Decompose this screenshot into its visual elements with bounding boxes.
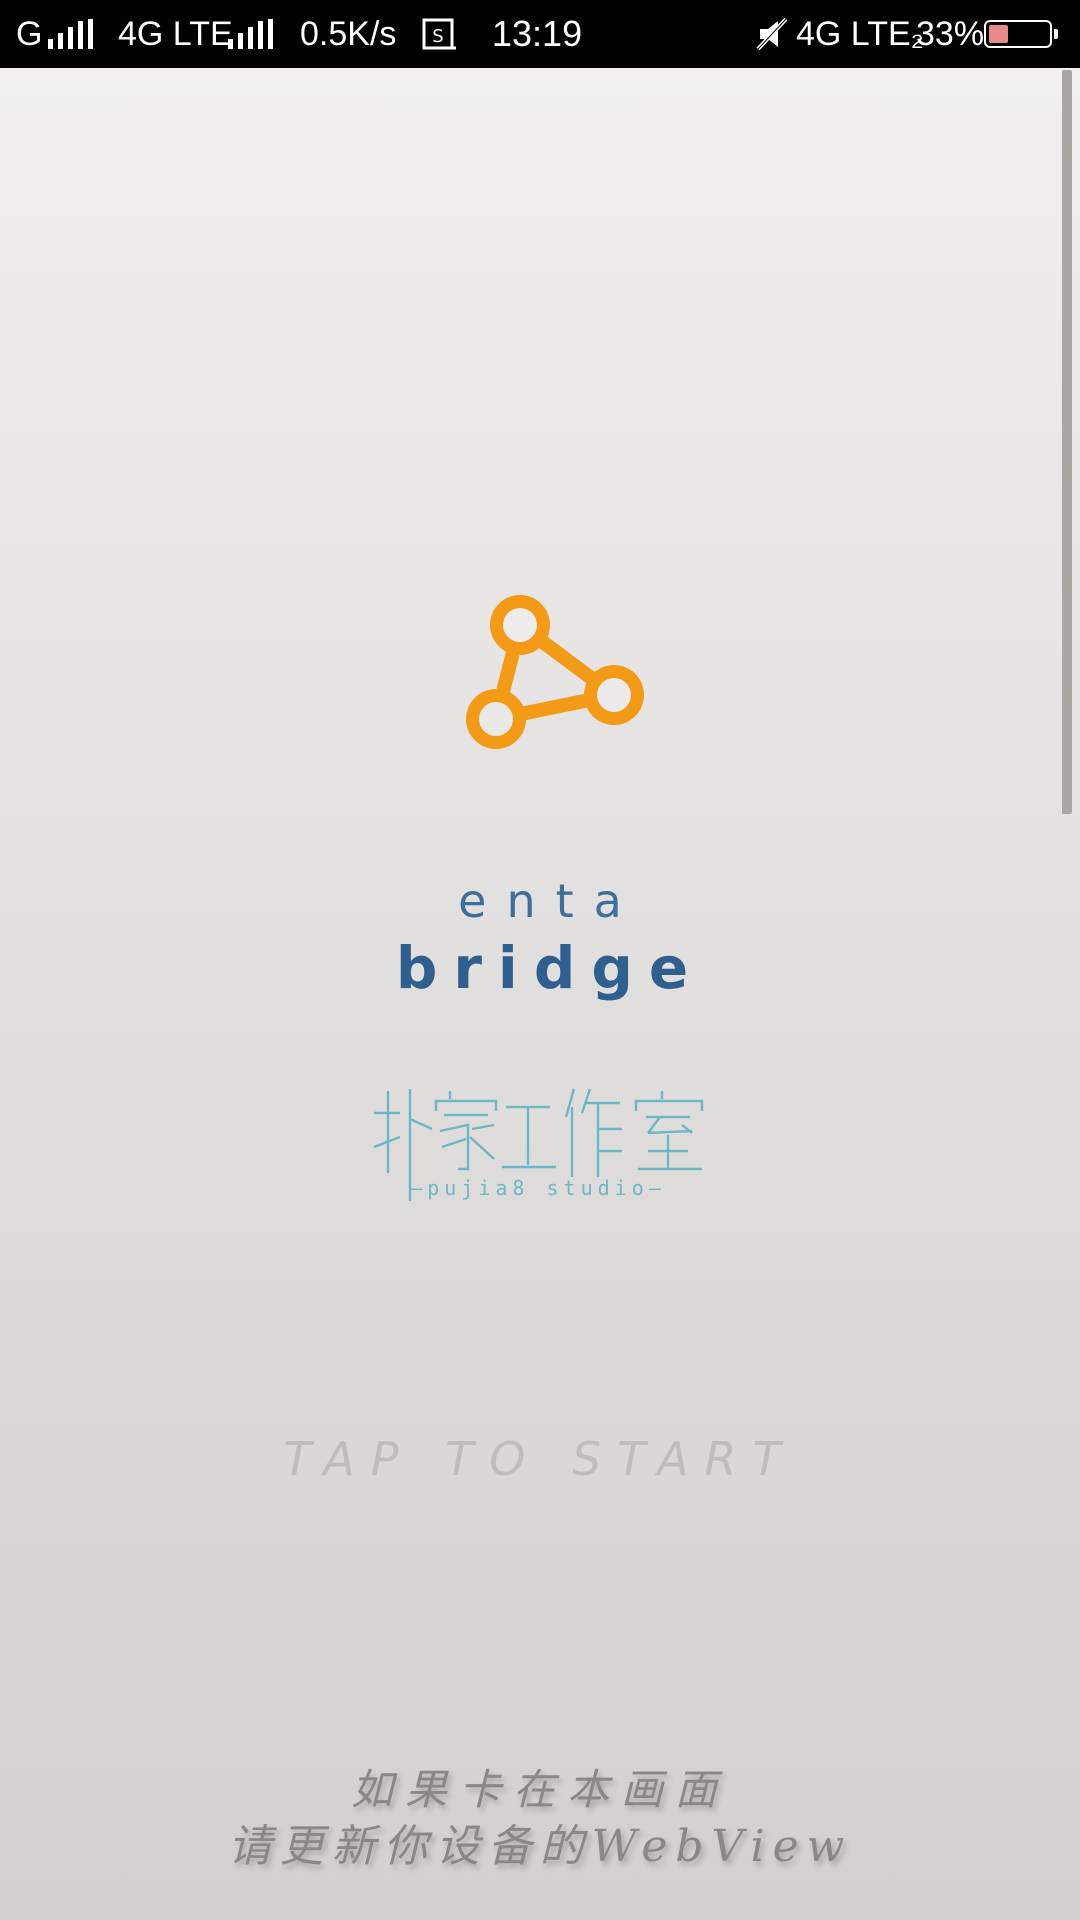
battery-percent: 33% <box>916 14 985 53</box>
signal-bars-icon <box>228 0 273 68</box>
webview-notice-line2: 请更新你设备的WebView <box>227 1821 853 1872</box>
tap-to-start-button[interactable]: TAP TO START <box>0 1432 1080 1486</box>
network-type-label: 4G LTE <box>118 14 233 53</box>
enta-bridge-logo-icon <box>466 595 644 749</box>
mute-icon <box>756 0 788 68</box>
brand-name-line2: bridge <box>395 934 705 1002</box>
signal-bars-icon <box>48 0 93 68</box>
scrollbar[interactable] <box>1062 70 1072 814</box>
studio-subtitle: —pujia8 studio— <box>410 1176 666 1200</box>
network-speed: 0.5K/s <box>300 14 397 53</box>
battery-icon <box>984 0 1058 68</box>
webview-notice-line1: 如果卡在本画面 <box>350 1765 729 1814</box>
sim-card-icon: S <box>420 0 458 68</box>
brand-name-line1: enta <box>458 874 642 928</box>
network-type-label-right: 4G LTE₂ <box>796 14 924 53</box>
status-bar: G 4G LTE 0.5K/s S 13:19 4G LTE₂ 33% <box>0 0 1080 68</box>
carrier-label: G <box>16 14 43 53</box>
svg-text:S: S <box>432 26 443 47</box>
battery-level-fill <box>989 25 1009 43</box>
clock: 13:19 <box>492 13 583 54</box>
